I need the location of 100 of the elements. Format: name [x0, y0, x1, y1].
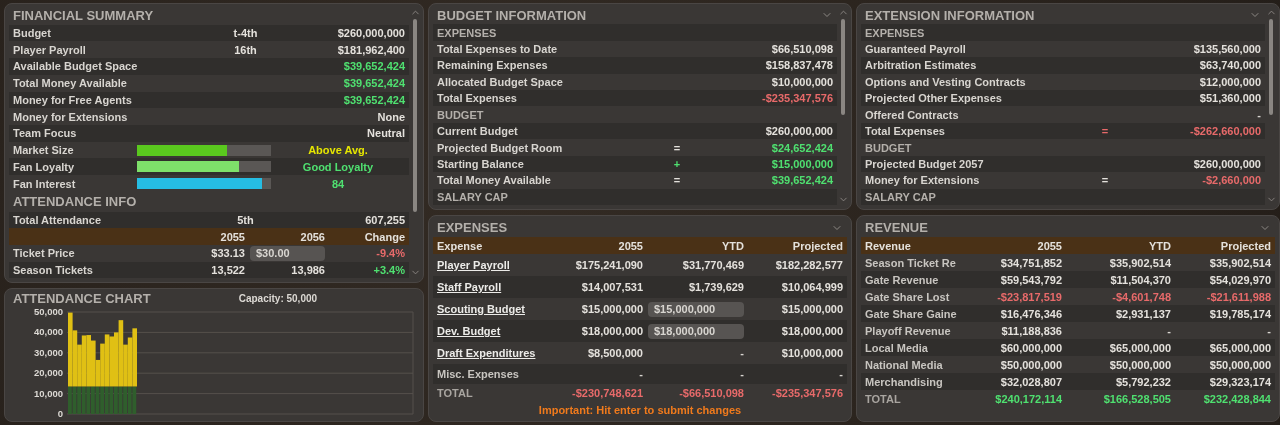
table-cell: $11,504,370: [1110, 273, 1171, 286]
table-cell: -$4,601,748: [1112, 290, 1171, 303]
table-cell: -$230,748,621: [572, 386, 643, 399]
column-header: YTD: [1148, 239, 1171, 252]
expense-link[interactable]: Draft Expenditures: [437, 347, 536, 359]
row-value: $135,560,000: [1192, 43, 1261, 55]
column-header: Expense: [437, 239, 484, 252]
operator-sign: =: [1100, 125, 1110, 138]
row-value: $158,837,478: [764, 59, 833, 72]
table-cell: $19,785,174: [1209, 307, 1271, 320]
axis-label: 30,000: [33, 347, 63, 359]
section-title: BUDGET: [437, 108, 485, 121]
section-title: BUDGET: [865, 141, 913, 154]
table-cell: $2,931,137: [1115, 307, 1171, 320]
amount-field[interactable]: $15,000,000: [648, 301, 744, 317]
table-cell: -$23,817,519: [997, 290, 1062, 303]
panel-title: ATTENDANCE CHART: [13, 291, 151, 307]
panel-title: REVENUE: [865, 220, 929, 235]
row-value: $63,740,000: [1198, 59, 1261, 72]
row-value: $260,000,000: [1192, 157, 1261, 170]
table-cell: -$235,347,576: [772, 386, 843, 399]
column-header: 2056: [299, 230, 325, 243]
row-label: Fan Loyalty: [13, 160, 76, 173]
table-cell: -: [839, 368, 843, 380]
row-label: Available Budget Space: [13, 60, 139, 73]
row-label: Projected Budget Room: [437, 141, 564, 154]
table-cell: 13,522: [211, 264, 245, 277]
row-value: $181,962,400: [336, 43, 405, 56]
table-cell: $1,739,629: [688, 281, 744, 293]
total-label: TOTAL: [865, 392, 902, 405]
column-header: 2055: [617, 239, 643, 252]
table-cell: $50,000,000: [1209, 358, 1271, 371]
row-value: $260,000,000: [336, 27, 405, 40]
column-header: Change: [363, 230, 405, 243]
table-cell: $15,000,000: [581, 303, 643, 315]
row-label: Gate Share Gaine: [865, 307, 958, 320]
row-label: Season Tickets: [13, 264, 94, 277]
table-cell: -: [740, 368, 744, 380]
amount-field[interactable]: $30.00: [250, 245, 325, 261]
row-label: Projected Budget 2057: [865, 157, 985, 170]
operator-sign: +: [672, 157, 682, 170]
section-title: EXPENSES: [865, 26, 926, 39]
expense-link[interactable]: Dev. Budget: [437, 325, 501, 337]
table-cell: $65,000,000: [1109, 341, 1171, 354]
column-header: YTD: [721, 239, 744, 252]
row-label: Remaining Expenses: [437, 59, 549, 72]
table-cell: $50,000,000: [1000, 358, 1062, 371]
table-cell: $35,902,514: [1109, 256, 1171, 269]
row-label: Total Expenses to Date: [437, 43, 559, 55]
axis-label: 50,000: [33, 306, 63, 318]
operator-sign: =: [672, 141, 682, 154]
row-label: Season Ticket Re: [865, 256, 957, 269]
row-value: -$262,660,000: [1189, 125, 1261, 138]
expense-link[interactable]: Scouting Budget: [437, 303, 525, 315]
table-cell: -: [639, 368, 643, 380]
table-cell: $34,751,852: [1000, 256, 1062, 269]
table-cell: $29,323,174: [1209, 375, 1271, 388]
panel-title: EXTENSION INFORMATION: [865, 7, 1036, 23]
panel-title: EXPENSES: [437, 220, 509, 235]
axis-label: 10,000: [33, 387, 63, 399]
meter-rating: Above Avg.: [307, 144, 369, 157]
table-cell: -: [1267, 324, 1271, 337]
table-cell: $175,241,090: [575, 259, 643, 271]
table-cell: +3.4%: [373, 264, 405, 277]
row-value: $260,000,000: [764, 125, 833, 138]
row-label: Ticket Price: [13, 247, 76, 260]
row-value: $39,652,424: [342, 77, 405, 90]
table-cell: -: [1167, 324, 1171, 337]
section-title: ATTENDANCE INFO: [12, 193, 138, 212]
table-cell: $18,000,000: [581, 325, 643, 337]
table-cell: -$21,611,988: [1206, 290, 1271, 303]
row-label: Market Size: [13, 144, 75, 157]
table-cell: $18,000,000: [781, 325, 843, 337]
amount-field[interactable]: $18,000,000: [648, 323, 744, 339]
total-label: TOTAL: [437, 386, 474, 399]
row-value: $51,360,000: [1198, 92, 1261, 105]
row-value: $12,000,000: [1198, 75, 1261, 88]
row-label: Misc. Expenses: [437, 368, 520, 380]
row-label: Projected Other Expenses: [865, 92, 1003, 105]
expense-link[interactable]: Staff Payroll: [437, 281, 502, 293]
table-cell: -9.4%: [376, 247, 405, 260]
row-value: $39,652,424: [342, 93, 405, 106]
axis-label: 40,000: [33, 326, 63, 338]
row-label: Total Money Available: [437, 174, 552, 187]
row-value: $66,510,098: [770, 43, 833, 55]
table-cell: $15,000,000: [781, 303, 843, 315]
row-label: Team Focus: [13, 127, 78, 140]
column-header: Projected: [791, 239, 843, 252]
row-label: Gate Share Lost: [865, 290, 951, 303]
expense-link[interactable]: Player Payroll: [437, 259, 510, 271]
rank-text: 5th: [236, 213, 255, 226]
table-cell: -$66,510,098: [679, 386, 744, 399]
section-title: SALARY CAP: [865, 190, 937, 203]
table-cell: $59,543,792: [1000, 273, 1062, 286]
row-label: Guaranteed Payroll: [865, 43, 967, 55]
row-value: $39,652,424: [342, 60, 405, 73]
meter-rating: 84: [330, 177, 346, 190]
operator-sign: =: [1100, 174, 1110, 187]
row-value: Neutral: [366, 127, 405, 140]
panel-title: FINANCIAL SUMMARY: [13, 7, 155, 23]
